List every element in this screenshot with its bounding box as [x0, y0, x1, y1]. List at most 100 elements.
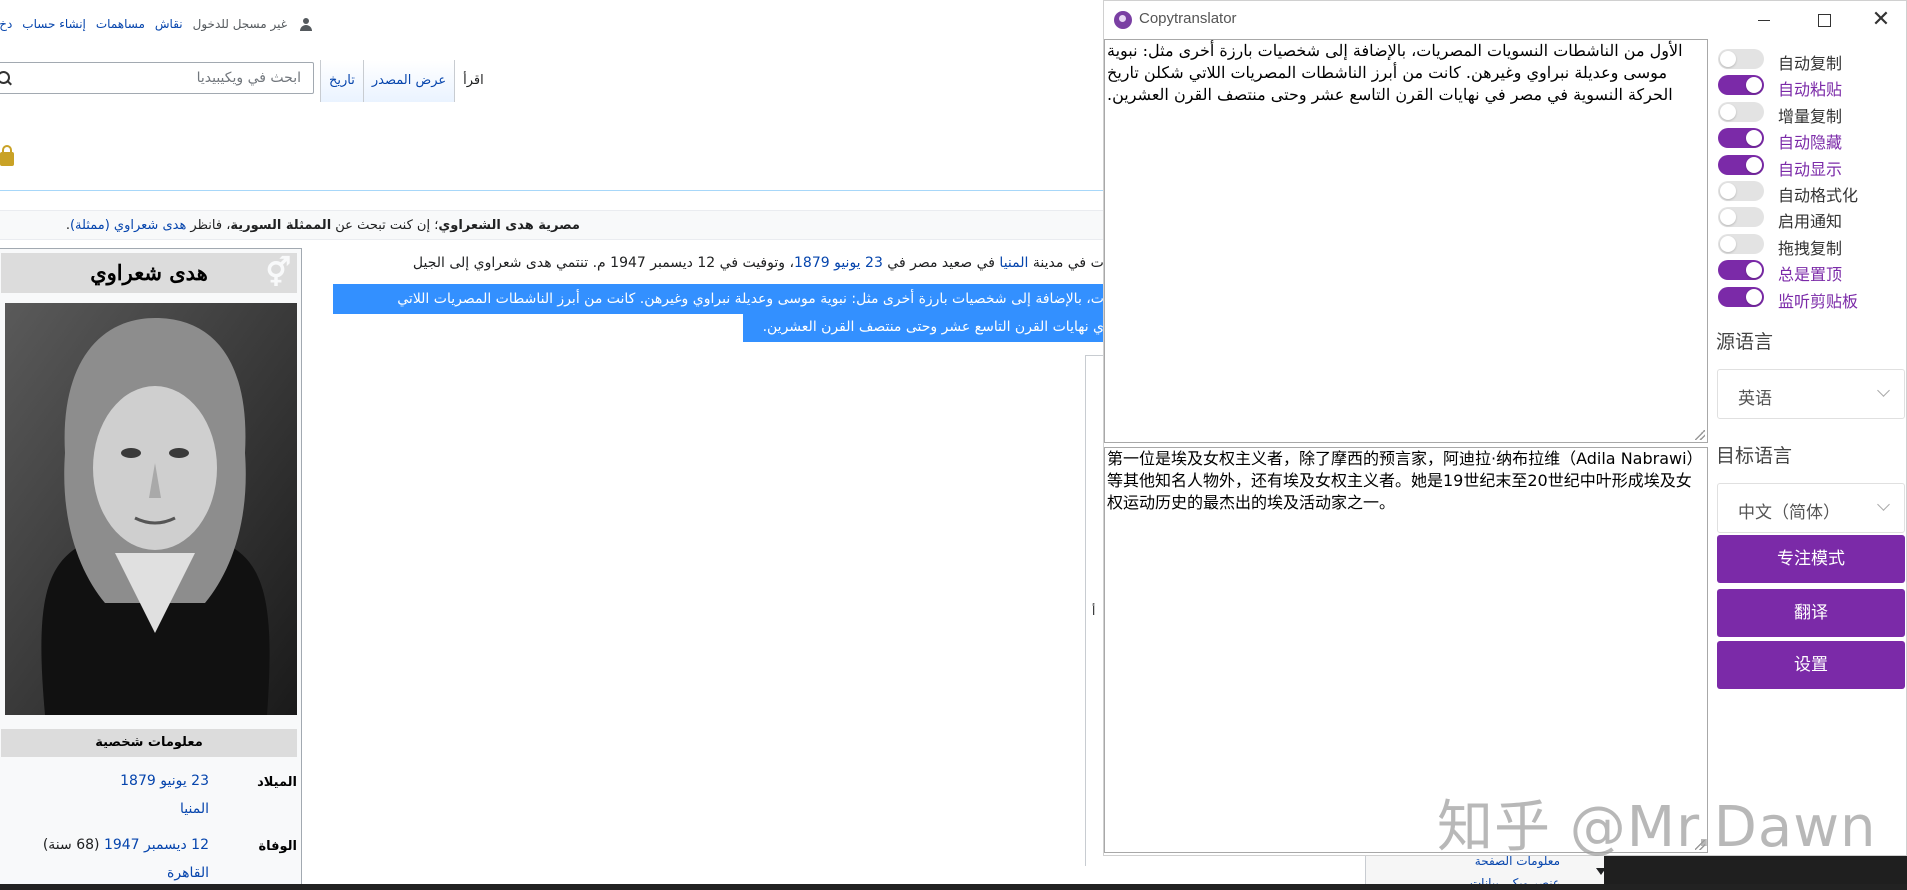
hatnote-text: ؛ إن كنت تبحث عن	[331, 218, 439, 233]
contributions-link[interactable]: مساهمات	[96, 17, 145, 31]
toggle-auto-show[interactable]: 自动显示	[1716, 151, 1906, 179]
search-box	[0, 62, 314, 94]
create-account-link[interactable]: إنشاء حساب	[22, 17, 86, 31]
toggle-switch[interactable]	[1718, 286, 1764, 307]
toggle-switch[interactable]	[1718, 154, 1764, 175]
infobox-title: هدى شعراوي ⚥	[1, 253, 297, 293]
hatnote-bold-2: الممثلة السورية	[230, 218, 332, 233]
focus-mode-button[interactable]: 专注模式	[1717, 535, 1905, 583]
toggle-auto-paste[interactable]: 自动粘贴	[1716, 71, 1906, 100]
window-title: Copytranslator	[1139, 10, 1237, 27]
minimize-icon[interactable]	[1741, 5, 1787, 35]
toggle-switch[interactable]	[1718, 101, 1764, 122]
header-divider	[0, 190, 1110, 191]
target-language-label: 目标语言	[1716, 445, 1793, 467]
toggle-label: 自动显示	[1778, 159, 1843, 179]
hatnote-text-2: ، فانظر	[186, 218, 231, 233]
source-language-select[interactable]: 英语	[1717, 369, 1905, 419]
lock-icon	[0, 145, 14, 166]
toggle-auto-format[interactable]: 自动格式化	[1716, 177, 1906, 205]
watermark: 知乎 @Mr.Dawn	[1437, 795, 1877, 860]
settings-button[interactable]: 设置	[1717, 641, 1905, 689]
birth-label: الميلاد	[257, 775, 297, 790]
login-link[interactable]: دخ	[0, 17, 12, 31]
death-line: 12 ديسمبر 1947 (68 سنة)	[9, 831, 209, 859]
hatnote: مصرية هدى الشعراوي؛ إن كنت تبحث عن الممث…	[0, 210, 1110, 240]
death-age: (68 سنة)	[42, 837, 100, 853]
death-date-link[interactable]: 12 ديسمبر 1947	[104, 837, 209, 853]
toggle-label: 自动隐藏	[1778, 133, 1843, 153]
toggle-label: 自动格式化	[1778, 185, 1859, 205]
selected-text-line-2: ي نهايات القرن التاسع عشر وحتى منتصف الق…	[743, 312, 1110, 342]
selected-text-line-1: ت، بالإضافة إلى شخصيات بارزة أخرى مثل: ن…	[333, 284, 1110, 314]
toggle-switch[interactable]	[1718, 75, 1764, 96]
target-language-value: 中文（简体）	[1738, 503, 1840, 523]
tab-view-source[interactable]: عرض المصدر	[362, 60, 455, 102]
gender-icon: ⚥	[265, 256, 291, 289]
death-label: الوفاة	[258, 839, 297, 854]
toggle-label: 监听剪贴板	[1778, 291, 1859, 311]
toggle-listen-clipboard[interactable]: 监听剪贴板	[1716, 283, 1906, 311]
tab-history[interactable]: تاريخ	[320, 60, 363, 102]
source-text-area[interactable]: الأول من الناشطات النسويات المصريات، بال…	[1104, 39, 1708, 443]
target-language-select[interactable]: 中文（简体）	[1717, 483, 1905, 533]
close-icon[interactable]: ✕	[1858, 5, 1904, 35]
toggle-notifications[interactable]: 启用通知	[1716, 203, 1906, 232]
hatnote-link[interactable]: هدى شعراوي (ممثلة)	[70, 218, 186, 233]
toggle-auto-copy[interactable]: 自动复制	[1716, 45, 1906, 73]
toggle-switch[interactable]	[1718, 180, 1764, 201]
toggle-switch[interactable]	[1718, 49, 1764, 69]
view-tabs: اقرأ عرض المصدر تاريخ	[320, 60, 492, 102]
infobox-row-death: الوفاة 12 ديسمبر 1947 (68 سنة) القاهرة	[1, 829, 297, 889]
toggle-switch[interactable]	[1718, 207, 1764, 228]
infobox-section-header: معلومات شخصية	[1, 729, 297, 757]
portrait-photo[interactable]	[5, 303, 297, 715]
toggle-label: 启用通知	[1778, 212, 1843, 232]
search-input[interactable]	[19, 69, 303, 87]
side-box-text: أ	[1092, 604, 1096, 618]
chevron-down-icon	[1877, 384, 1890, 397]
toggle-switch[interactable]	[1718, 233, 1764, 254]
toggle-always-on-top[interactable]: 总是置顶	[1716, 256, 1906, 284]
toggle-label: 拖拽复制	[1778, 238, 1843, 258]
infobox: هدى شعراوي ⚥ معلومات شخصية الميلاد 23 يو…	[0, 248, 302, 890]
infobox-row-birth: الميلاد 23 يونيو 1879 المنيا	[1, 765, 297, 821]
link-minya[interactable]: المنيا	[999, 255, 1028, 271]
translate-button[interactable]: 翻译	[1717, 589, 1905, 637]
tab-read[interactable]: اقرأ	[454, 60, 492, 102]
para-text-3: ، وتوفيت في 12 ديسمبر 1947 م. تنتمي هدى …	[412, 255, 794, 271]
title-bar[interactable]: Copytranslator ✕	[1104, 1, 1906, 39]
para-text: دت في مدينة	[1028, 255, 1110, 271]
link-birth-date[interactable]: 23 يونيو	[834, 255, 883, 271]
chevron-down-icon	[1877, 498, 1890, 511]
resize-grip-icon[interactable]	[1695, 430, 1705, 440]
link-birth-year[interactable]: 1879	[794, 255, 830, 271]
toggle-auto-hide[interactable]: 自动隐藏	[1716, 124, 1906, 153]
birth-value: 23 يونيو 1879 المنيا	[9, 767, 209, 823]
source-text[interactable]: الأول من الناشطات النسويات المصريات، بال…	[1105, 40, 1707, 106]
para-text-2: في صعيد مصر في	[882, 255, 1000, 271]
hatnote-bold: مصرية هدى الشعراوي	[438, 218, 580, 233]
infobox-title-text: هدى شعراوي	[90, 260, 208, 285]
death-place-link[interactable]: القاهرة	[9, 859, 209, 887]
toggle-incremental-copy[interactable]: 增量复制	[1716, 98, 1906, 126]
maximize-icon[interactable]	[1801, 5, 1847, 35]
search-icon[interactable]	[0, 71, 10, 84]
death-value: 12 ديسمبر 1947 (68 سنة) القاهرة	[9, 831, 209, 887]
toggle-drag-copy[interactable]: 拖拽复制	[1716, 230, 1906, 258]
result-text[interactable]: 第一位是埃及女权主义者，除了摩西的预言家，阿迪拉·纳布拉维（Adila Nabr…	[1105, 448, 1707, 514]
source-language-label: 源语言	[1716, 331, 1774, 353]
taskbar-edge	[0, 884, 1907, 890]
toggle-label: 自动复制	[1778, 54, 1843, 73]
toggle-label: 自动粘贴	[1778, 80, 1843, 100]
app-logo-icon	[1114, 11, 1132, 29]
copytranslator-window: Copytranslator ✕ الأول من الناشطات النسو…	[1103, 0, 1907, 856]
toggle-list: 自动复制 自动粘贴 增量复制 自动隐藏 自动显示 自动格式化 启用通知 拖拽复制…	[1716, 45, 1906, 311]
toggle-switch[interactable]	[1718, 128, 1764, 149]
talk-link[interactable]: نقاش	[155, 17, 183, 31]
not-logged-in-text: غير مسجل للدخول	[192, 17, 287, 31]
birth-date-link[interactable]: 23 يونيو 1879	[9, 767, 209, 795]
toggle-switch[interactable]	[1718, 260, 1764, 281]
article-paragraph: دت في مدينة المنيا في صعيد مصر في 23 يون…	[320, 255, 1110, 271]
birth-place-link[interactable]: المنيا	[9, 795, 209, 823]
